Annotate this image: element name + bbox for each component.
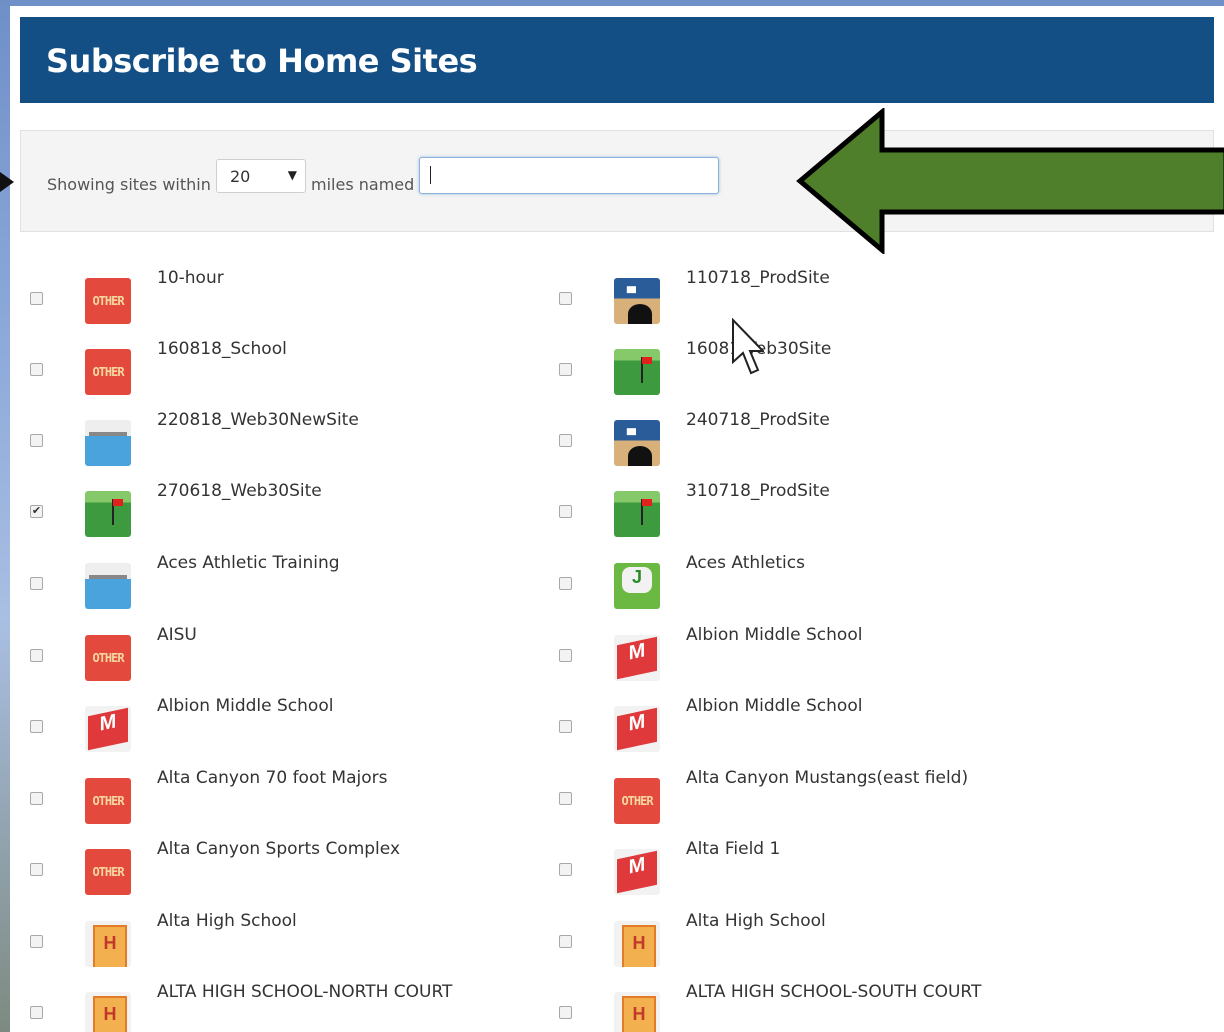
site-name-input[interactable] <box>419 157 719 194</box>
site-list-item[interactable]: ALTA HIGH SCHOOL-NORTH COURT <box>10 980 538 1032</box>
site-checkbox[interactable] <box>559 505 572 518</box>
site-list-item[interactable]: 16081 Veb30Site <box>539 337 1067 407</box>
site-name: AISU <box>157 625 197 645</box>
pool-icon <box>85 563 131 609</box>
other-icon: OTHER <box>85 778 131 824</box>
middle-school-icon <box>85 706 131 752</box>
distance-select[interactable]: 20 ▼ <box>216 159 306 193</box>
site-checkbox[interactable] <box>30 649 43 662</box>
site-name: Aces Athletic Training <box>157 553 340 573</box>
site-list-item[interactable]: Aces Athletic Training <box>10 551 538 621</box>
site-list-item[interactable]: OTHER Alta Canyon Mustangs(east field) <box>539 766 1067 836</box>
golf-icon <box>85 491 131 537</box>
site-name: 110718_ProdSite <box>686 268 830 288</box>
other-icon: OTHER <box>85 849 131 895</box>
track-icon <box>614 563 660 609</box>
site-list-item[interactable]: ALTA HIGH SCHOOL-SOUTH COURT <box>539 980 1067 1032</box>
golf-icon <box>614 349 660 395</box>
showing-label: Showing sites within <box>47 175 211 194</box>
site-checkbox[interactable] <box>559 434 572 447</box>
site-name: Alta Field 1 <box>686 839 781 859</box>
site-checkbox[interactable] <box>30 863 43 876</box>
site-list-item[interactable]: Albion Middle School <box>539 623 1067 693</box>
site-list-item[interactable]: Alta Field 1 <box>539 837 1067 907</box>
site-name: 240718_ProdSite <box>686 410 830 430</box>
site-name: Albion Middle School <box>686 696 863 716</box>
other-icon: OTHER <box>85 278 131 324</box>
site-name: ALTA HIGH SCHOOL-NORTH COURT <box>157 982 453 1002</box>
site-list-item[interactable]: Albion Middle School <box>10 694 538 764</box>
site-checkbox[interactable] <box>559 649 572 662</box>
site-name: ALTA HIGH SCHOOL-SOUTH COURT <box>686 982 982 1002</box>
high-school-icon <box>614 992 660 1032</box>
site-name: Alta Canyon 70 foot Majors <box>157 768 388 788</box>
site-name: 270618_Web30Site <box>157 481 322 501</box>
site-name: Alta Canyon Mustangs(east field) <box>686 768 969 788</box>
green-arrow-annotation <box>796 108 1224 254</box>
high-school-icon <box>85 921 131 967</box>
middle-school-icon <box>614 706 660 752</box>
site-name: 160818_School <box>157 339 287 359</box>
site-name: Albion Middle School <box>157 696 334 716</box>
site-checkbox[interactable] <box>559 935 572 948</box>
site-checkbox[interactable] <box>30 577 43 590</box>
pool-icon <box>85 420 131 466</box>
site-list-item[interactable]: Albion Middle School <box>539 694 1067 764</box>
site-list-item[interactable]: OTHER Alta Canyon Sports Complex <box>10 837 538 907</box>
site-list-item[interactable]: Alta High School <box>10 909 538 979</box>
site-list-item[interactable]: Alta High School <box>539 909 1067 979</box>
left-arrow-annotation <box>0 172 14 192</box>
site-name: 10-hour <box>157 268 224 288</box>
site-checkbox[interactable] <box>30 292 43 305</box>
other-icon: OTHER <box>85 635 131 681</box>
site-name: Alta High School <box>157 911 297 931</box>
site-list-item[interactable]: Aces Athletics <box>539 551 1067 621</box>
site-list-item[interactable]: OTHER Alta Canyon 70 foot Majors <box>10 766 538 836</box>
site-list-item[interactable]: 220818_Web30NewSite <box>10 408 538 478</box>
site-name: Alta Canyon Sports Complex <box>157 839 401 859</box>
site-name: Aces Athletics <box>686 553 805 573</box>
high-school-icon <box>85 992 131 1032</box>
site-checkbox[interactable] <box>30 434 43 447</box>
site-list-item[interactable]: OTHER 160818_School <box>10 337 538 407</box>
distance-value: 20 <box>230 167 251 186</box>
other-icon: OTHER <box>614 778 660 824</box>
golf-icon <box>614 491 660 537</box>
site-list-item[interactable]: OTHER 10-hour <box>10 266 538 336</box>
site-checkbox[interactable]: ✔ <box>30 505 43 518</box>
site-checkbox[interactable] <box>559 792 572 805</box>
bowling-icon <box>614 278 660 324</box>
page-title: Subscribe to Home Sites <box>20 17 1214 103</box>
site-list-item[interactable]: 310718_ProdSite <box>539 479 1067 549</box>
site-checkbox[interactable] <box>559 863 572 876</box>
site-checkbox[interactable] <box>559 292 572 305</box>
site-checkbox[interactable] <box>559 363 572 376</box>
site-checkbox[interactable] <box>559 577 572 590</box>
site-checkbox[interactable] <box>30 1006 43 1019</box>
bowling-icon <box>614 420 660 466</box>
text-cursor <box>430 166 431 184</box>
middle-school-icon <box>614 635 660 681</box>
mouse-pointer-icon <box>732 318 764 375</box>
site-checkbox[interactable] <box>30 720 43 733</box>
miles-label: miles named <box>311 175 415 194</box>
middle-school-icon <box>614 849 660 895</box>
site-checkbox[interactable] <box>559 1006 572 1019</box>
site-list-item[interactable]: 240718_ProdSite <box>539 408 1067 478</box>
site-checkbox[interactable] <box>30 935 43 948</box>
chevron-down-icon: ▼ <box>287 168 297 182</box>
site-name: 220818_Web30NewSite <box>157 410 359 430</box>
other-icon: OTHER <box>85 349 131 395</box>
site-list-item[interactable]: ✔ 270618_Web30Site <box>10 479 538 549</box>
site-name: Albion Middle School <box>686 625 863 645</box>
site-checkbox[interactable] <box>30 792 43 805</box>
site-name: Alta High School <box>686 911 826 931</box>
site-checkbox[interactable] <box>559 720 572 733</box>
site-list-item[interactable]: 110718_ProdSite <box>539 266 1067 336</box>
site-name: 310718_ProdSite <box>686 481 830 501</box>
high-school-icon <box>614 921 660 967</box>
site-list-item[interactable]: OTHER AISU <box>10 623 538 693</box>
site-checkbox[interactable] <box>30 363 43 376</box>
